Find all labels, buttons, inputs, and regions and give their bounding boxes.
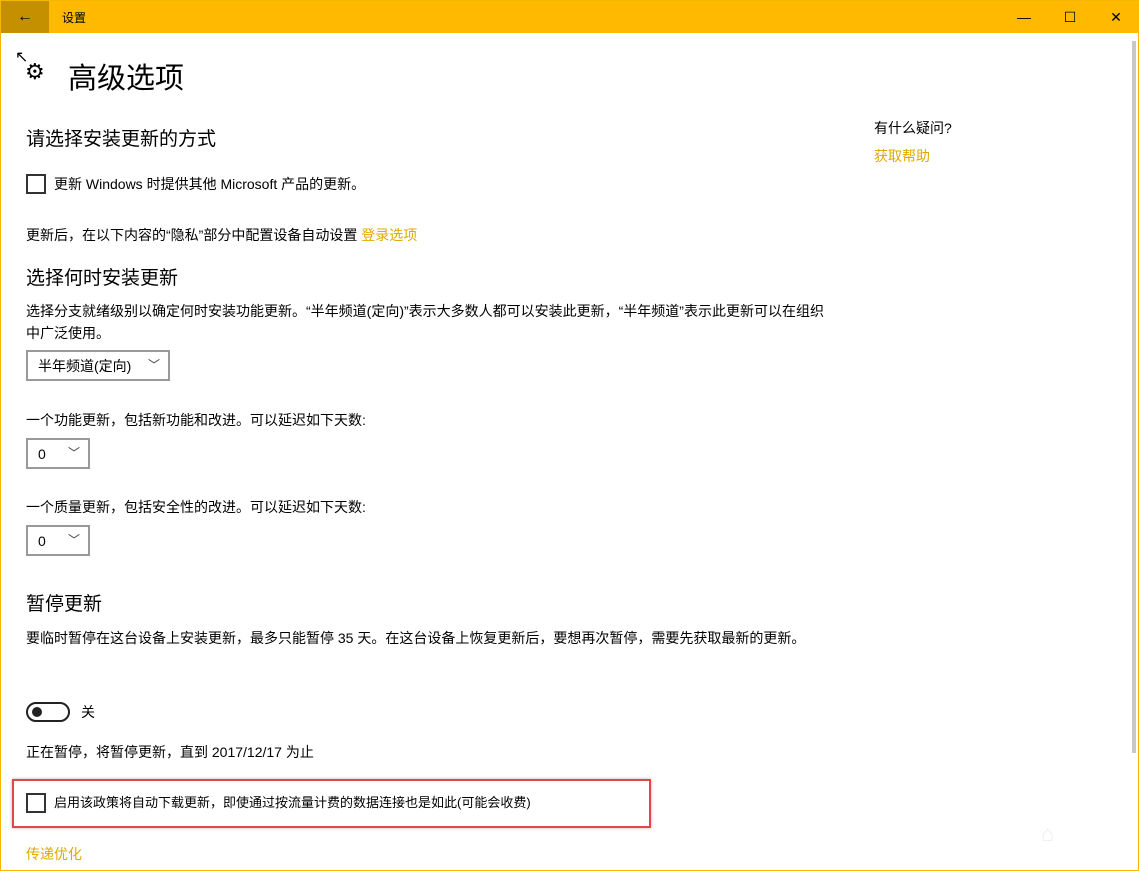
watermark-logo: ⌂ [1041,821,1054,847]
other-products-label: 更新 Windows 时提供其他 Microsoft 产品的更新。 [54,173,365,195]
page-title: 高级选项 [68,55,184,97]
privacy-text: 更新后，在以下内容的“隐私”部分中配置设备自动设置 [26,227,357,243]
section-heading-when: 选择何时安装更新 [26,263,178,290]
metered-connection-label: 启用该政策将自动下载更新，即使通过按流量计费的数据连接也是如此(可能会收费) [54,792,531,814]
toggle-state: 关 [81,701,95,723]
chevron-down-icon: ﹀ [68,531,80,548]
pause-description: 要临时暂停在这台设备上安装更新，最多只能暂停 35 天。在这台设备上恢复更新后，… [26,627,826,649]
branch-description: 选择分支就绪级别以确定何时安装功能更新。“半年频道(定向)”表示大多数人都可以安… [26,300,826,344]
quality-update-label: 一个质量更新，包括安全性的改进。可以延迟如下天数: [26,496,366,518]
toggle-knob [32,707,42,717]
back-arrow-icon: ← [17,8,33,26]
dropdown-value: 0 [38,533,46,549]
close-button[interactable]: ✕ [1093,1,1139,33]
back-button[interactable]: ← [1,1,49,33]
help-question: 有什么疑问? [874,117,952,139]
section-heading-how: 请选择安装更新的方式 [26,124,216,151]
feature-defer-dropdown[interactable]: 0﹀ [26,438,90,469]
pause-toggle[interactable] [26,702,70,722]
maximize-button[interactable]: ☐ [1047,1,1093,33]
sign-in-options-link[interactable]: 登录选项 [361,227,417,243]
quality-defer-dropdown[interactable]: 0﹀ [26,525,90,556]
feature-update-label: 一个功能更新，包括新功能和改进。可以延迟如下天数: [26,409,366,431]
dropdown-value: 0 [38,446,46,462]
title-bar: ← 设置 — ☐ ✕ [1,1,1139,33]
chevron-down-icon: ﹀ [148,356,160,373]
scrollbar[interactable] [1132,41,1136,753]
other-products-checkbox[interactable] [26,174,46,194]
minimize-button[interactable]: — [1001,1,1047,33]
pause-status: 正在暂停，将暂停更新，直到 2017/12/17 为止 [26,741,314,763]
section-heading-pause: 暂停更新 [26,589,102,616]
dropdown-value: 半年频道(定向) [38,356,131,376]
window-title: 设置 [62,9,86,26]
branch-readiness-dropdown[interactable]: 半年频道(定向) ﹀ [26,350,170,381]
metered-connection-checkbox[interactable] [26,793,46,813]
gear-icon: ⚙ [25,59,45,85]
chevron-down-icon: ﹀ [68,444,80,461]
delivery-optimization-link[interactable]: 传递优化 [26,843,82,865]
get-help-link[interactable]: 获取帮助 [874,145,930,167]
